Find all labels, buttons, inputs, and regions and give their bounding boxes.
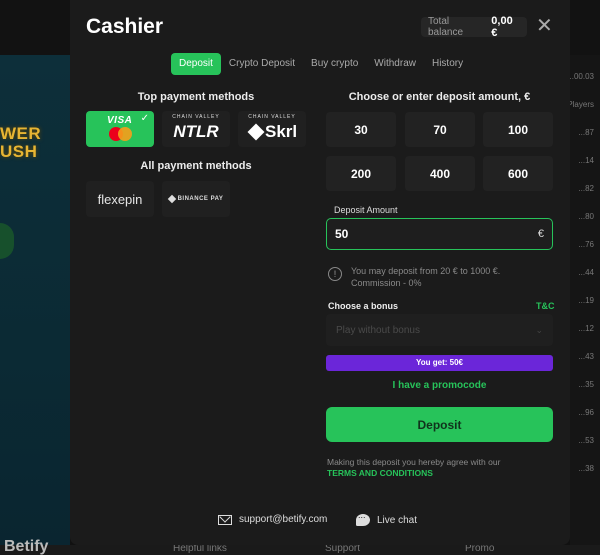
support-email: support@betify.com: [239, 514, 328, 525]
amount-preset-200[interactable]: 200: [326, 156, 396, 191]
skrl-diamond-icon: [247, 123, 265, 141]
background-side-number: ...14: [578, 156, 594, 165]
cashier-modal: Cashier Total balance 0,00 € ✕ Deposit C…: [70, 0, 570, 545]
total-balance: Total balance 0,00 €: [421, 15, 527, 39]
background-side-number: ...19: [578, 296, 594, 305]
all-payment-methods-title: All payment methods: [140, 160, 252, 172]
visa-logo: VISA: [107, 115, 133, 126]
amount-preset-100[interactable]: 100: [483, 112, 553, 147]
background-side-number: ...43: [578, 352, 594, 361]
support-email-link[interactable]: support@betify.com: [218, 514, 327, 525]
amount-preset-30[interactable]: 30: [326, 112, 396, 147]
balance-value: 0,00 €: [491, 15, 513, 39]
terms-link[interactable]: TERMS AND CONDITIONS: [327, 468, 433, 478]
deposit-amount-value[interactable]: 50: [335, 227, 538, 241]
cashier-tabs: Deposit Crypto Deposit Buy crypto Withdr…: [171, 53, 471, 75]
ntlr-provider-label: CHAIN VALLEY: [172, 114, 220, 120]
tab-deposit[interactable]: Deposit: [171, 53, 221, 75]
skrl-name: Skrl: [265, 122, 298, 141]
background-side-number: ...00.03: [567, 72, 594, 81]
currency-symbol: €: [537, 228, 544, 240]
background-side-number: ...38: [578, 464, 594, 473]
background-side-number: ...87: [578, 128, 594, 137]
flexepin-logo: flexepin: [97, 191, 143, 207]
you-get-badge: You get: 50€: [326, 355, 553, 371]
agreement-text: Making this deposit you hereby agree wit…: [327, 457, 501, 467]
mastercard-icon: [109, 127, 133, 141]
background-side-number: ...80: [578, 212, 594, 221]
tab-crypto-deposit[interactable]: Crypto Deposit: [221, 53, 303, 75]
payment-method-visa[interactable]: VISA ✓: [86, 111, 154, 147]
binance-pay-logo: BINANCE PAY: [167, 194, 224, 204]
skrl-provider-label: CHAIN VALLEY: [248, 114, 296, 120]
background-side-number: ...82: [578, 184, 594, 193]
modal-title: Cashier: [86, 15, 164, 38]
mail-icon: [218, 514, 232, 525]
deposit-amount-input[interactable]: 50 €: [326, 218, 553, 250]
deposit-amount-title: Choose or enter deposit amount, €: [348, 91, 531, 103]
deposit-limits-text: You may deposit from 20 € to 1000 €. Com…: [351, 266, 501, 288]
amount-preset-70[interactable]: 70: [405, 112, 475, 147]
deposit-button[interactable]: Deposit: [326, 407, 553, 442]
skrl-logo: Skrl: [247, 122, 298, 142]
background-side-number: ...96: [578, 408, 594, 417]
info-icon: !: [328, 267, 342, 281]
background-side-number: Players: [567, 100, 594, 109]
background-brand: Betify: [4, 538, 49, 555]
live-chat-link[interactable]: Live chat: [356, 510, 418, 526]
chevron-down-icon: ⌄: [535, 324, 543, 335]
choose-bonus-label: Choose a bonus: [328, 301, 399, 311]
binance-pay-name: BINANCE PAY: [177, 196, 224, 202]
background-side-number: ...12: [578, 324, 594, 333]
background-decoration: [0, 223, 14, 259]
background-side-number: ...35: [578, 380, 594, 389]
promocode-link[interactable]: I have a promocode: [326, 380, 553, 391]
live-chat-label: Live chat: [377, 514, 418, 526]
background-footer: Helpful links Support Promo: [0, 543, 600, 555]
tab-history[interactable]: History: [424, 53, 471, 75]
payment-method-binance-pay[interactable]: BINANCE PAY: [162, 181, 230, 217]
ntlr-logo: NTLR: [173, 122, 219, 141]
bonus-select[interactable]: Play without bonus ⌄: [326, 314, 553, 346]
tab-buy-crypto[interactable]: Buy crypto: [303, 53, 366, 75]
background-game-logo: WER USH: [0, 124, 42, 161]
amount-preset-600[interactable]: 600: [483, 156, 553, 191]
tc-link[interactable]: T&C: [536, 301, 555, 311]
background-game-banner: WER USH: [0, 55, 70, 545]
bonus-select-value: Play without bonus: [336, 324, 420, 336]
payment-method-flexepin[interactable]: flexepin: [86, 181, 154, 217]
background-side-number: ...76: [578, 240, 594, 249]
deposit-amount-label: Deposit Amount: [334, 205, 398, 215]
payment-method-skrl[interactable]: CHAIN VALLEY Skrl: [238, 111, 306, 147]
background-side-number: ...44: [578, 268, 594, 277]
binance-icon: [167, 194, 176, 204]
background-side-number: ...53: [578, 436, 594, 445]
top-payment-methods-title: Top payment methods: [137, 91, 255, 103]
amount-preset-400[interactable]: 400: [405, 156, 475, 191]
chat-icon: [356, 510, 370, 526]
balance-label: Total balance: [428, 16, 464, 38]
deposit-info: ! You may deposit from 20 € to 1000 €. C…: [328, 265, 521, 289]
payment-method-ntlr[interactable]: CHAIN VALLEY NTLR: [162, 111, 230, 147]
close-icon[interactable]: ✕: [536, 16, 553, 36]
check-icon: ✓: [140, 113, 149, 124]
tab-withdraw[interactable]: Withdraw: [366, 53, 424, 75]
